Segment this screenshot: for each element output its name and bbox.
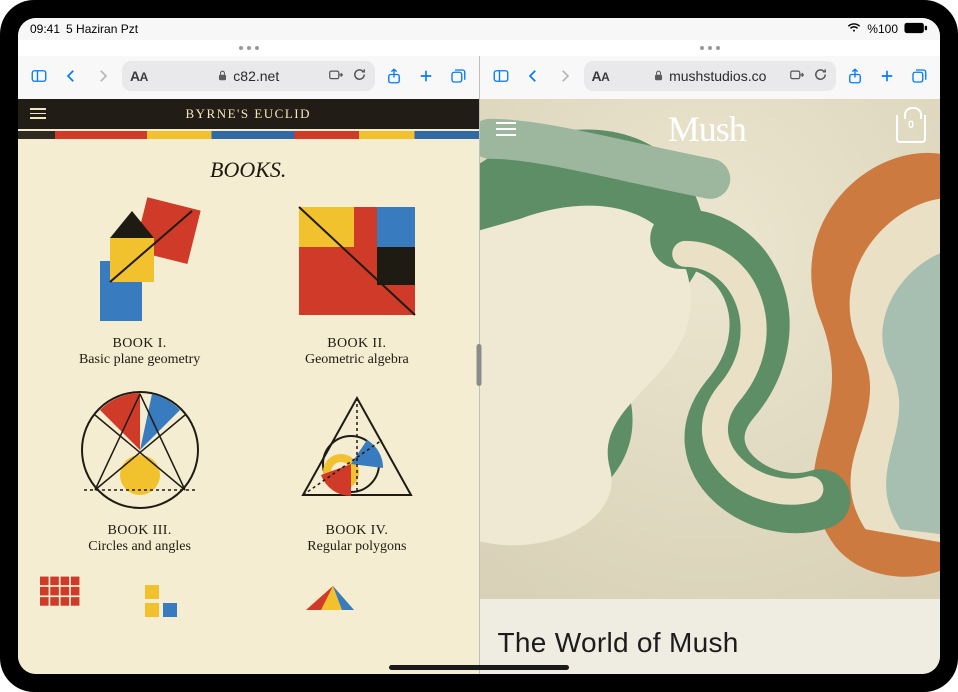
back-button[interactable] <box>58 63 84 89</box>
multitask-dots-right[interactable] <box>700 46 720 50</box>
book-card[interactable]: BOOK IV. Regular polygons <box>253 380 460 555</box>
url-text: mushstudios.co <box>669 68 766 84</box>
status-battery-text: %100 <box>867 22 898 36</box>
tabs-button[interactable] <box>906 63 932 89</box>
left-safari-pane: AA c82.net <box>18 56 480 674</box>
right-webpage[interactable]: Mush 0 The World of Mush <box>480 99 941 674</box>
book-card[interactable]: BOOK II. Geometric algebra <box>253 193 460 368</box>
cart-count: 0 <box>898 119 924 131</box>
extensions-icon[interactable] <box>790 67 805 85</box>
cart-button[interactable]: 0 <box>896 115 926 143</box>
home-indicator[interactable] <box>389 665 569 670</box>
url-bar-left[interactable]: AA c82.net <box>122 61 375 91</box>
hero-image: Mush 0 <box>480 99 941 599</box>
reload-icon[interactable] <box>352 67 367 85</box>
site-brand[interactable]: Mush <box>668 108 746 150</box>
forward-button[interactable] <box>552 63 578 89</box>
book-label: BOOK III. <box>36 523 243 539</box>
text-size-button[interactable]: AA <box>130 68 148 84</box>
new-tab-button[interactable] <box>413 63 439 89</box>
status-date: 5 Haziran Pzt <box>66 22 138 36</box>
menu-icon[interactable] <box>26 102 50 125</box>
battery-icon <box>904 22 928 37</box>
book-label: BOOK IV. <box>253 523 460 539</box>
share-button[interactable] <box>842 63 868 89</box>
wifi-icon <box>847 22 861 37</box>
text-size-button[interactable]: AA <box>592 68 610 84</box>
extensions-icon[interactable] <box>329 67 344 85</box>
lock-icon <box>217 68 228 84</box>
reload-icon[interactable] <box>813 67 828 85</box>
forward-button[interactable] <box>90 63 116 89</box>
sidebar-button[interactable] <box>488 63 514 89</box>
lock-icon <box>653 68 664 84</box>
status-bar: 09:41 5 Haziran Pzt %100 <box>18 18 940 40</box>
share-button[interactable] <box>381 63 407 89</box>
book-card[interactable]: BOOK III. Circles and angles <box>36 380 243 555</box>
split-view-handle[interactable] <box>477 344 482 386</box>
page-headline: The World of Mush <box>480 599 941 659</box>
url-text: c82.net <box>233 68 279 84</box>
book-subtitle: Regular polygons <box>253 539 460 555</box>
right-safari-pane: AA mushstudios.co <box>480 56 941 674</box>
multitask-dots-left[interactable] <box>239 46 259 50</box>
left-webpage[interactable]: BYRNE'S EUCLID BOOKS. <box>18 99 479 674</box>
left-toolbar: AA c82.net <box>18 56 479 99</box>
book-figure <box>70 380 210 515</box>
book-subtitle: Circles and angles <box>36 539 243 555</box>
book-row-partial <box>18 565 479 623</box>
book-label: BOOK I. <box>36 336 243 352</box>
back-button[interactable] <box>520 63 546 89</box>
tabs-button[interactable] <box>445 63 471 89</box>
status-time: 09:41 <box>30 22 60 36</box>
sidebar-button[interactable] <box>26 63 52 89</box>
menu-icon[interactable] <box>494 116 518 142</box>
url-bar-right[interactable]: AA mushstudios.co <box>584 61 837 91</box>
book-figure <box>70 193 210 328</box>
right-toolbar: AA mushstudios.co <box>480 56 941 99</box>
books-heading: BOOKS. <box>18 157 479 183</box>
book-subtitle: Geometric algebra <box>253 352 460 368</box>
book-figure <box>287 380 427 515</box>
book-figure <box>287 193 427 328</box>
site-header: BYRNE'S EUCLID <box>18 99 479 129</box>
book-subtitle: Basic plane geometry <box>36 352 243 368</box>
color-stripe <box>18 131 479 139</box>
new-tab-button[interactable] <box>874 63 900 89</box>
book-card[interactable]: BOOK I. Basic plane geometry <box>36 193 243 368</box>
book-label: BOOK II. <box>253 336 460 352</box>
site-brand: BYRNE'S EUCLID <box>185 106 311 122</box>
